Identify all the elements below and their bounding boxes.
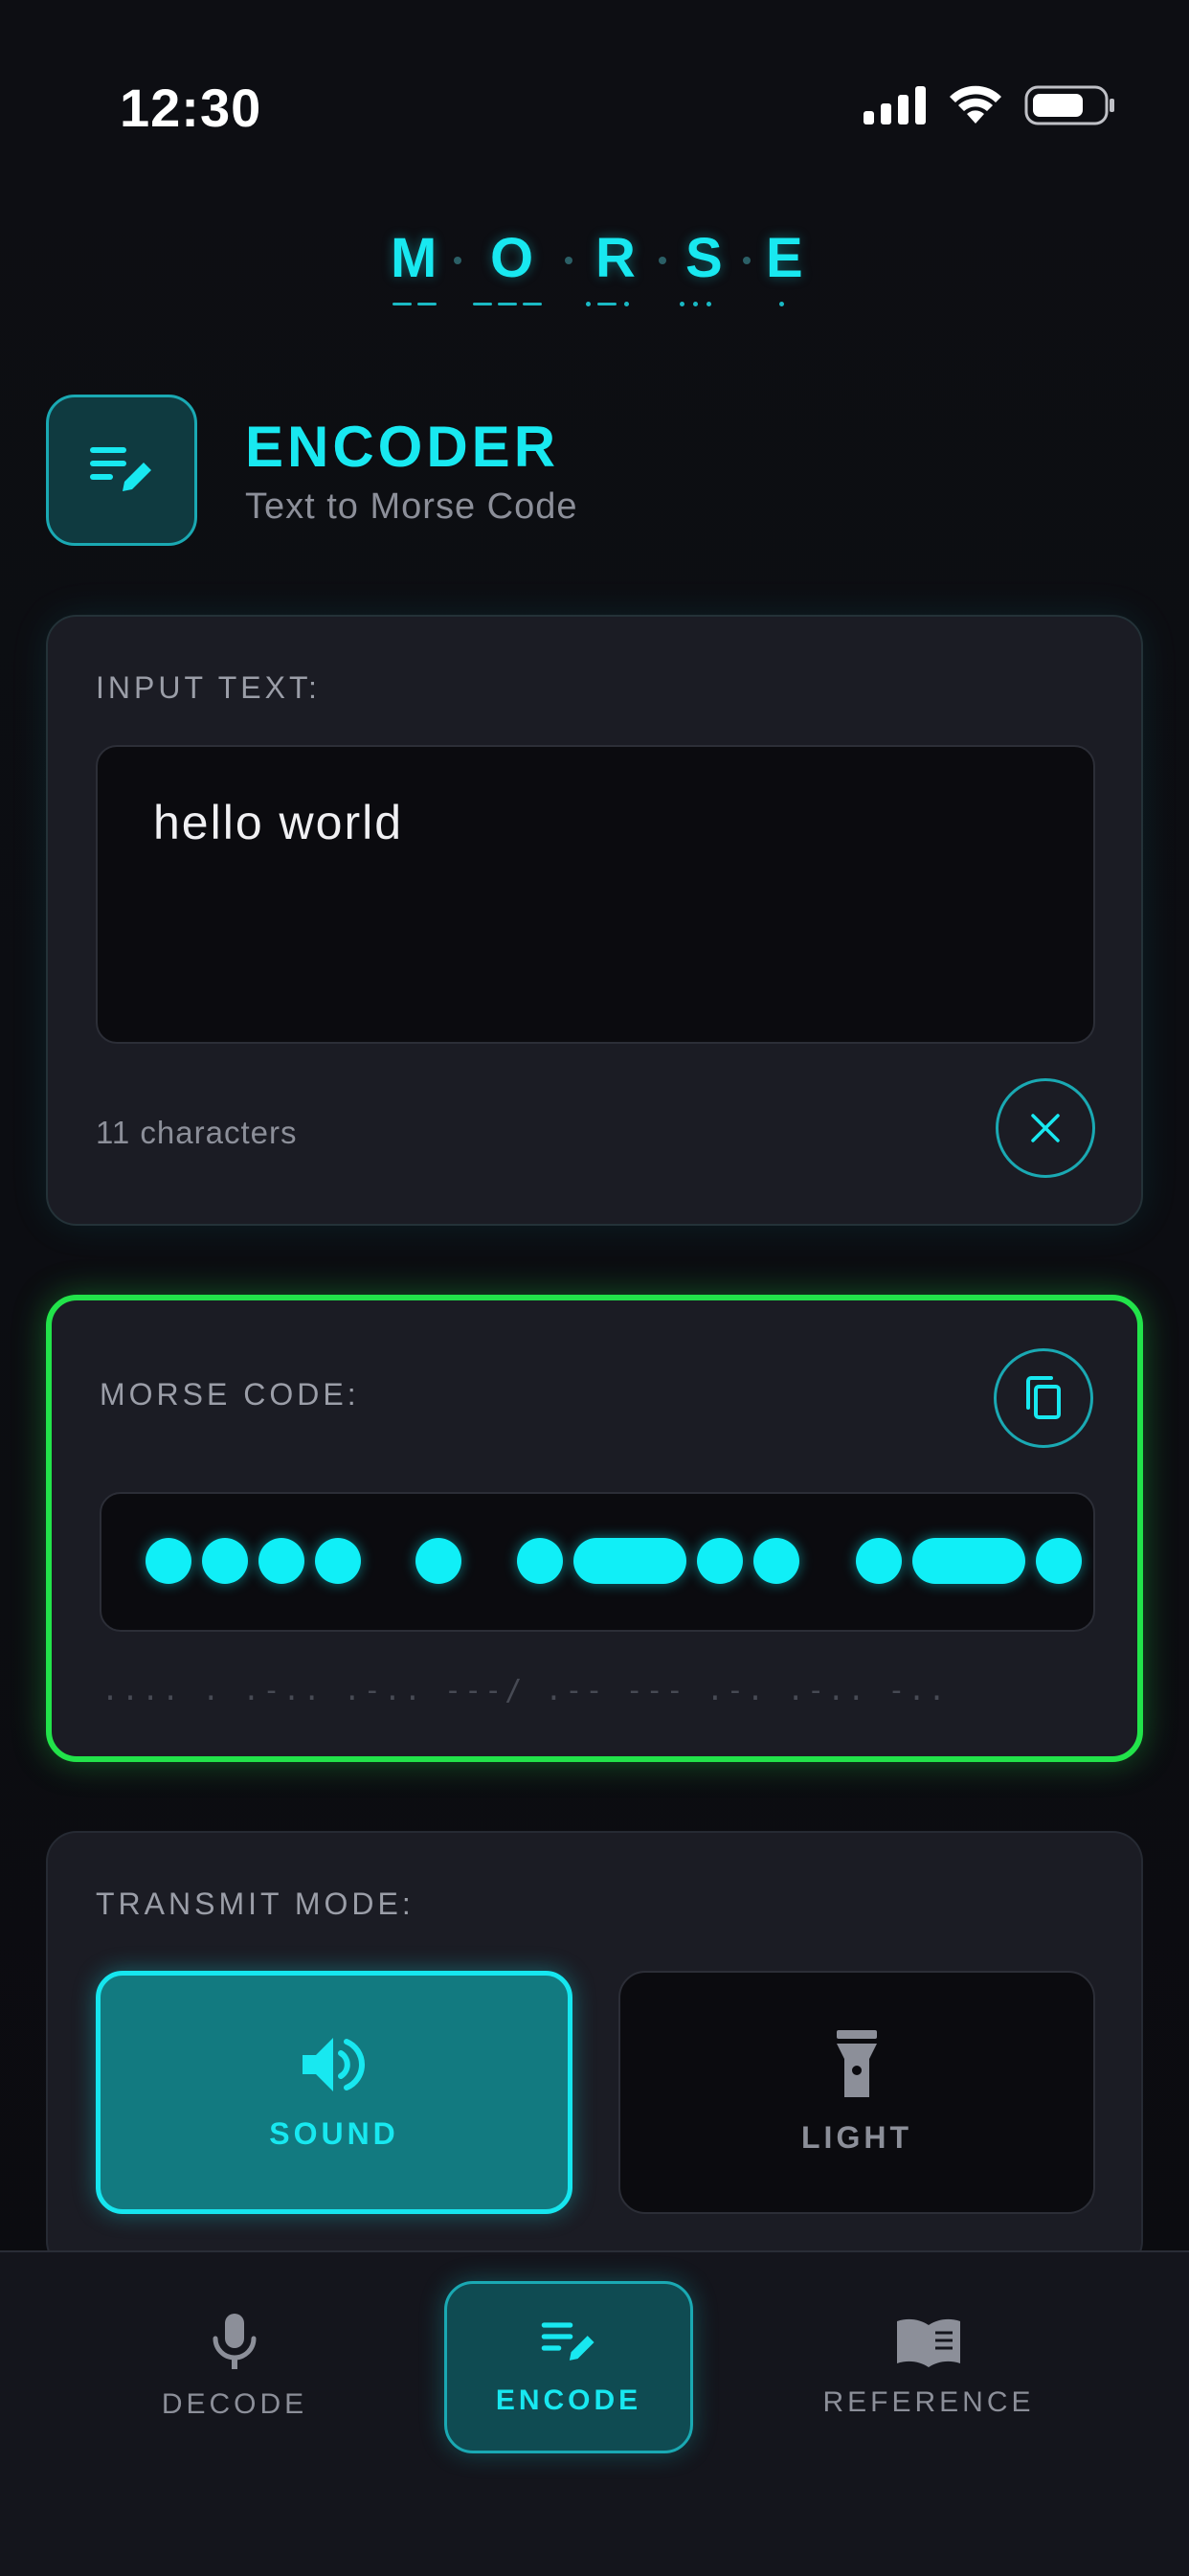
encoder-badge — [46, 395, 197, 546]
signal-dot — [1036, 1538, 1082, 1584]
signal-dot — [202, 1538, 248, 1584]
flashlight-icon — [837, 2029, 877, 2097]
signal-dot — [146, 1538, 191, 1584]
nav-reference[interactable]: REFERENCE — [814, 2281, 1043, 2453]
wifi-icon — [950, 85, 1001, 124]
signal-dot — [697, 1538, 743, 1584]
transmit-mode-card: TRANSMIT MODE: SOUND LIGHT — [46, 1831, 1143, 2271]
nav-decode[interactable]: DECODE — [124, 2281, 345, 2453]
edit-note-icon — [541, 2322, 594, 2361]
clear-button[interactable] — [996, 1078, 1095, 1178]
signal-dash — [912, 1538, 1025, 1584]
book-icon — [897, 2318, 960, 2367]
input-text-field[interactable]: hello world — [96, 745, 1095, 1044]
page-subtitle: Text to Morse Code — [245, 486, 578, 527]
copy-button[interactable] — [994, 1348, 1093, 1448]
nav-encode-label: ENCODE — [495, 2384, 642, 2416]
close-icon — [1031, 1114, 1060, 1142]
input-label: INPUT TEXT: — [96, 670, 321, 705]
morse-code-text: .... . .-.. .-.. ---/ .-- --- .-. .-.. -… — [101, 1674, 949, 1707]
logo-morse-underline — [0, 302, 1189, 312]
morse-logo: M O R S E — [0, 226, 1189, 331]
input-card: INPUT TEXT: hello world 11 characters — [46, 615, 1143, 1226]
logo-letter-e: E — [766, 227, 803, 289]
bottom-navigation: DECODE ENCODE REFERENCE — [0, 2250, 1189, 2576]
nav-decode-label: DECODE — [161, 2388, 308, 2420]
signal-dot — [415, 1538, 461, 1584]
signal-dot — [753, 1538, 799, 1584]
logo-dot — [743, 257, 751, 264]
speaker-icon — [303, 2037, 365, 2091]
status-icons — [864, 84, 1116, 126]
signal-dash — [573, 1538, 686, 1584]
signal-icon — [864, 86, 926, 124]
morse-label: MORSE CODE: — [100, 1377, 360, 1412]
encoder-screen: 12:30 M O R S E ENCODER Text to Morse Co… — [0, 0, 1189, 2576]
signal-dot — [856, 1538, 902, 1584]
sound-mode-button[interactable]: SOUND — [96, 1971, 572, 2214]
nav-encode[interactable]: ENCODE — [444, 2281, 693, 2453]
logo-dot — [565, 257, 572, 264]
logo-dot — [454, 257, 461, 264]
status-bar: 12:30 — [0, 0, 1189, 153]
morse-signal-visual — [100, 1492, 1095, 1632]
microphone-icon — [213, 2314, 257, 2369]
edit-note-icon — [90, 447, 151, 491]
status-time: 12:30 — [120, 78, 262, 138]
logo-letter-s: S — [685, 227, 723, 289]
battery-icon — [1024, 85, 1114, 125]
signal-dot — [315, 1538, 361, 1584]
signal-dot — [517, 1538, 563, 1584]
copy-icon — [1026, 1376, 1061, 1419]
light-mode-button[interactable]: LIGHT — [618, 1971, 1095, 2214]
logo-letter-o: O — [490, 227, 534, 289]
nav-reference-label: REFERENCE — [822, 2386, 1035, 2418]
signal-dot — [258, 1538, 304, 1584]
light-mode-label: LIGHT — [801, 2119, 912, 2155]
logo-dot — [659, 257, 666, 264]
transmit-mode-label: TRANSMIT MODE: — [96, 1887, 415, 1921]
page-title: ENCODER — [245, 415, 560, 479]
character-count: 11 characters — [96, 1115, 298, 1150]
logo-letter-m: M — [391, 227, 437, 289]
logo-letter-r: R — [595, 227, 636, 289]
morse-output-card: MORSE CODE: .... . .-.. .-.. ---/ .-- --… — [46, 1295, 1143, 1762]
sound-mode-label: SOUND — [269, 2115, 399, 2151]
